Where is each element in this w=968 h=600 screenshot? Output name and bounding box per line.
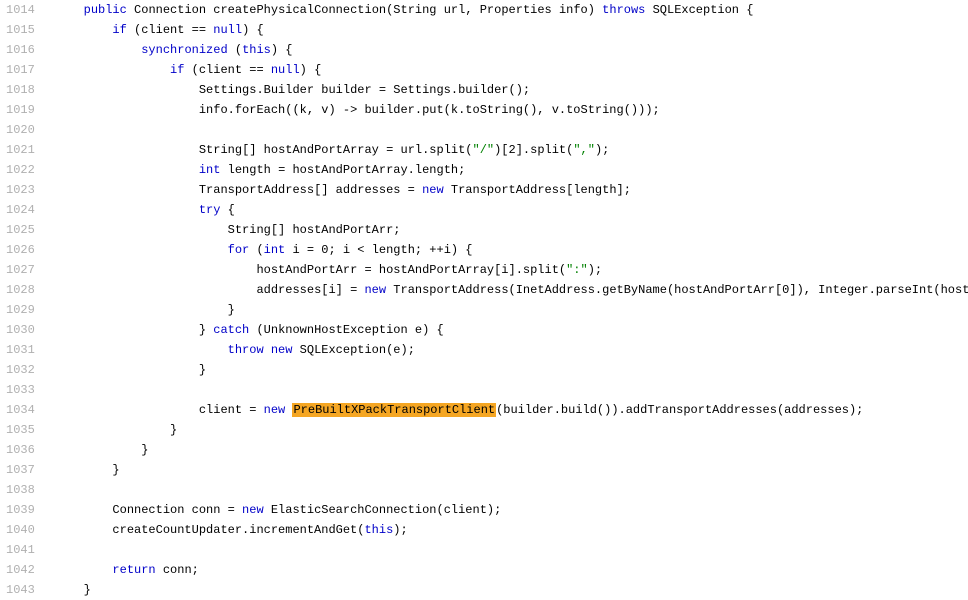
line-number: 1036 [6, 440, 35, 460]
code-line[interactable]: } [55, 440, 968, 460]
line-number: 1020 [6, 120, 35, 140]
code-line[interactable]: info.forEach((k, v) -> builder.put(k.toS… [55, 100, 968, 120]
code-line[interactable]: return conn; [55, 560, 968, 580]
code-line[interactable]: createCountUpdater.incrementAndGet(this)… [55, 520, 968, 540]
code-line[interactable]: TransportAddress[] addresses = new Trans… [55, 180, 968, 200]
line-number: 1030 [6, 320, 35, 340]
code-line[interactable]: } [55, 420, 968, 440]
line-number: 1023 [6, 180, 35, 200]
line-number: 1033 [6, 380, 35, 400]
code-line[interactable]: if (client == null) { [55, 20, 968, 40]
line-number: 1041 [6, 540, 35, 560]
code-line[interactable]: int length = hostAndPortArray.length; [55, 160, 968, 180]
code-line[interactable]: String[] hostAndPortArray = url.split("/… [55, 140, 968, 160]
code-line[interactable] [55, 120, 968, 140]
line-number: 1021 [6, 140, 35, 160]
line-number: 1027 [6, 260, 35, 280]
line-number: 1031 [6, 340, 35, 360]
line-number: 1029 [6, 300, 35, 320]
highlighted-token[interactable]: PreBuiltXPackTransportClient [292, 403, 496, 417]
line-number: 1015 [6, 20, 35, 40]
code-line[interactable]: public Connection createPhysicalConnecti… [55, 0, 968, 20]
code-line[interactable] [55, 380, 968, 400]
code-line[interactable]: } [55, 300, 968, 320]
line-number: 1016 [6, 40, 35, 60]
line-number: 1034 [6, 400, 35, 420]
code-line[interactable]: hostAndPortArr = hostAndPortArray[i].spl… [55, 260, 968, 280]
code-line[interactable]: for (int i = 0; i < length; ++i) { [55, 240, 968, 260]
line-number: 1022 [6, 160, 35, 180]
code-line[interactable]: Connection conn = new ElasticSearchConne… [55, 500, 968, 520]
code-line[interactable]: client = new PreBuiltXPackTransportClien… [55, 400, 968, 420]
code-line[interactable]: addresses[i] = new TransportAddress(Inet… [55, 280, 968, 300]
code-line[interactable]: if (client == null) { [55, 60, 968, 80]
code-line[interactable]: } [55, 360, 968, 380]
line-number-gutter: 1014101510161017101810191020102110221023… [0, 0, 45, 600]
code-line[interactable]: } [55, 580, 968, 600]
code-line[interactable]: } catch (UnknownHostException e) { [55, 320, 968, 340]
line-number: 1018 [6, 80, 35, 100]
code-line[interactable] [55, 480, 968, 500]
line-number: 1028 [6, 280, 35, 300]
line-number: 1026 [6, 240, 35, 260]
line-number: 1042 [6, 560, 35, 580]
code-line[interactable]: String[] hostAndPortArr; [55, 220, 968, 240]
code-line[interactable]: throw new SQLException(e); [55, 340, 968, 360]
line-number: 1017 [6, 60, 35, 80]
code-line[interactable]: synchronized (this) { [55, 40, 968, 60]
code-line[interactable] [55, 540, 968, 560]
line-number: 1032 [6, 360, 35, 380]
line-number: 1037 [6, 460, 35, 480]
line-number: 1038 [6, 480, 35, 500]
line-number: 1043 [6, 580, 35, 600]
line-number: 1040 [6, 520, 35, 540]
line-number: 1019 [6, 100, 35, 120]
line-number: 1039 [6, 500, 35, 520]
code-area[interactable]: public Connection createPhysicalConnecti… [45, 0, 968, 600]
code-editor[interactable]: 1014101510161017101810191020102110221023… [0, 0, 968, 600]
line-number: 1014 [6, 0, 35, 20]
line-number: 1024 [6, 200, 35, 220]
line-number: 1025 [6, 220, 35, 240]
line-number: 1035 [6, 420, 35, 440]
code-line[interactable]: try { [55, 200, 968, 220]
code-line[interactable]: } [55, 460, 968, 480]
code-line[interactable]: Settings.Builder builder = Settings.buil… [55, 80, 968, 100]
